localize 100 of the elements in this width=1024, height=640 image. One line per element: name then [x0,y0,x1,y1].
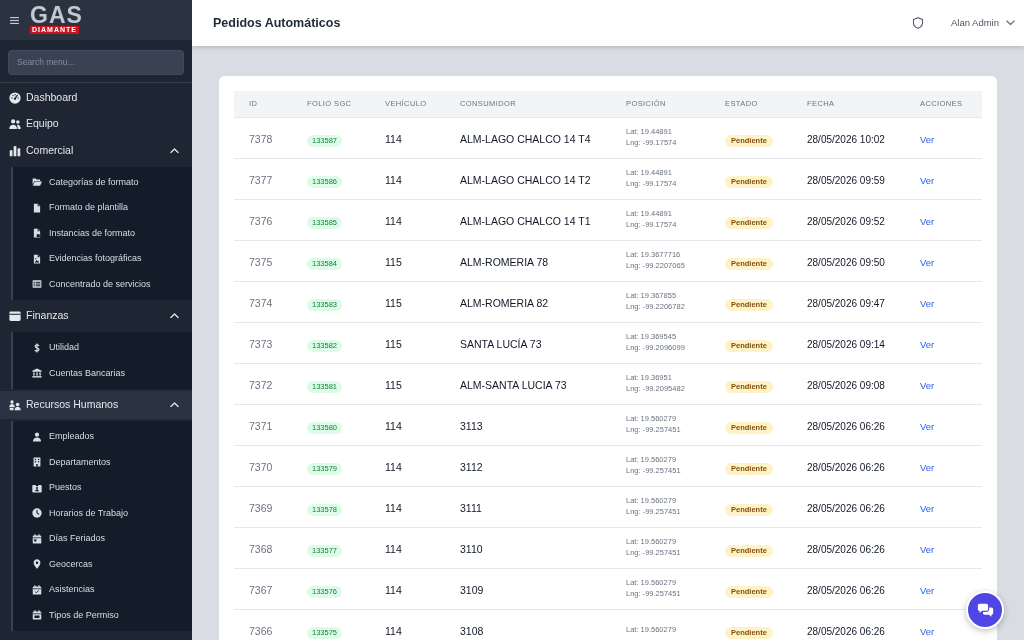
dollar-icon [32,342,42,353]
menu-item[interactable]: Horarios de Trabajo [13,500,192,526]
vehicle-text: 114 [385,501,402,514]
page-title: Pedidos Automáticos [213,15,341,31]
vehicle-text: 114 [385,173,402,186]
search-field[interactable]: Search menu... [8,49,184,75]
user-menu-button[interactable]: Alan Admin [950,13,1015,33]
vehicle-text: 115 [385,378,402,391]
view-link[interactable]: Ver [920,379,935,391]
vehicle-text: 114 [385,542,402,555]
date-text: 28/05/2026 09:52 [807,215,885,227]
view-link[interactable]: Ver [920,543,935,555]
id-text: 7376 [249,214,273,227]
vehicle-text: 115 [385,255,402,268]
id-text: 7375 [249,255,273,268]
date-text: 28/05/2026 06:26 [807,502,885,514]
view-link[interactable]: Ver [920,297,935,309]
id-text: 7370 [249,460,273,473]
id-text: 7377 [249,173,273,186]
menu-item[interactable]: Tipos de Permiso [13,602,192,628]
menu-item[interactable]: Días Feriados [13,526,192,552]
menu-item[interactable]: Finanzas [0,302,192,330]
calendar-icon [32,610,42,621]
user-icon [32,431,42,442]
id-text: 7367 [249,583,273,596]
menu-item[interactable]: Cuentas Bancarias [13,360,192,386]
bank-icon [32,368,42,379]
menu-item[interactable]: Geocercas [13,551,192,577]
consumer-text: ALM-LAGO CHALCO 14 T1 [460,214,591,227]
consumer-text: ALM-ROMERIA 78 [460,255,549,268]
users-icon [9,399,21,411]
logo-text: GAS [30,6,83,25]
vehicle-text: 115 [385,337,402,350]
vehicle-text: 115 [385,296,402,309]
consumer-text: ALM-LAGO CHALCO 14 T4 [460,132,591,145]
view-link[interactable]: Ver [920,256,935,268]
gauge-icon [9,91,21,104]
id-text: 7372 [249,378,273,391]
date-text: 28/05/2026 06:26 [807,420,885,432]
view-link[interactable]: Ver [920,215,935,227]
id-card-icon [32,482,42,493]
vehicle-text: 114 [385,624,402,637]
calendar-icon [32,533,42,544]
view-link[interactable]: Ver [920,584,935,596]
wallet-icon [9,310,21,322]
view-link[interactable]: Ver [920,174,935,186]
menu-item[interactable]: Asistencias [13,577,192,603]
menu-item[interactable]: Utilidad [13,335,192,361]
view-link[interactable]: Ver [920,133,935,145]
id-text: 7374 [249,296,273,309]
consumer-text: ALM-SANTA LUCIA 73 [460,378,567,391]
view-link[interactable]: Ver [920,625,935,637]
folder-icon [32,177,42,188]
consumer-text: 3111 [460,501,482,514]
menu-item[interactable]: Empleados [13,424,192,450]
list-icon [32,279,42,290]
id-text: 7378 [249,132,273,145]
menu-item[interactable]: Puestos [13,475,192,501]
view-link[interactable]: Ver [920,461,935,473]
consumer-text: 3112 [460,460,483,473]
file-icon [32,228,42,239]
date-text: 28/05/2026 09:47 [807,297,885,309]
menu-item[interactable]: Equipo [0,110,192,137]
view-link[interactable]: Ver [920,502,935,514]
menu-item[interactable]: Dashboard [0,84,192,111]
file-icon [32,202,42,213]
consumer-text: 3110 [460,542,483,555]
calendar-check-icon [32,584,42,595]
id-text: 7368 [249,542,273,555]
users-icon [9,117,21,130]
menu-item[interactable]: Categorías de formato [13,169,192,195]
vehicle-text: 114 [385,460,402,473]
vehicle-text: 114 [385,419,402,432]
bar-chart-icon [9,144,21,157]
id-text: 7371 [249,419,273,432]
consumer-text: 3109 [460,583,484,596]
consumer-text: 3113 [460,419,483,432]
vehicle-text: 114 [385,583,402,596]
chat-icon [976,603,994,617]
menu-icon[interactable] [10,16,19,24]
id-text: 7366 [249,624,273,637]
shield-icon[interactable] [911,17,924,29]
view-link[interactable]: Ver [920,338,935,350]
menu-item[interactable]: Formato de plantilla [13,195,192,221]
date-text: 28/05/2026 10:02 [807,133,885,145]
chevron-down-icon [1006,20,1015,26]
menu-item[interactable]: Evidencias fotográficas [13,246,192,272]
date-text: 28/05/2026 06:26 [807,584,885,596]
date-text: 28/05/2026 09:59 [807,174,885,186]
view-link[interactable]: Ver [920,420,935,432]
menu-item[interactable]: Comercial [0,136,192,165]
consumer-text: SANTA LUCÍA 73 [460,337,542,350]
menu-item[interactable]: Concentrado de servicios [13,271,192,297]
date-text: 28/05/2026 09:50 [807,256,885,268]
vehicle-text: 114 [385,132,402,145]
date-text: 28/05/2026 06:26 [807,625,885,637]
consumer-text: ALM-LAGO CHALCO 14 T2 [460,173,591,186]
menu-item[interactable]: Instancias de formato [13,220,192,246]
menu-item[interactable]: Departamentos [13,449,192,475]
menu-item[interactable]: Recursos Humanos [0,391,192,419]
